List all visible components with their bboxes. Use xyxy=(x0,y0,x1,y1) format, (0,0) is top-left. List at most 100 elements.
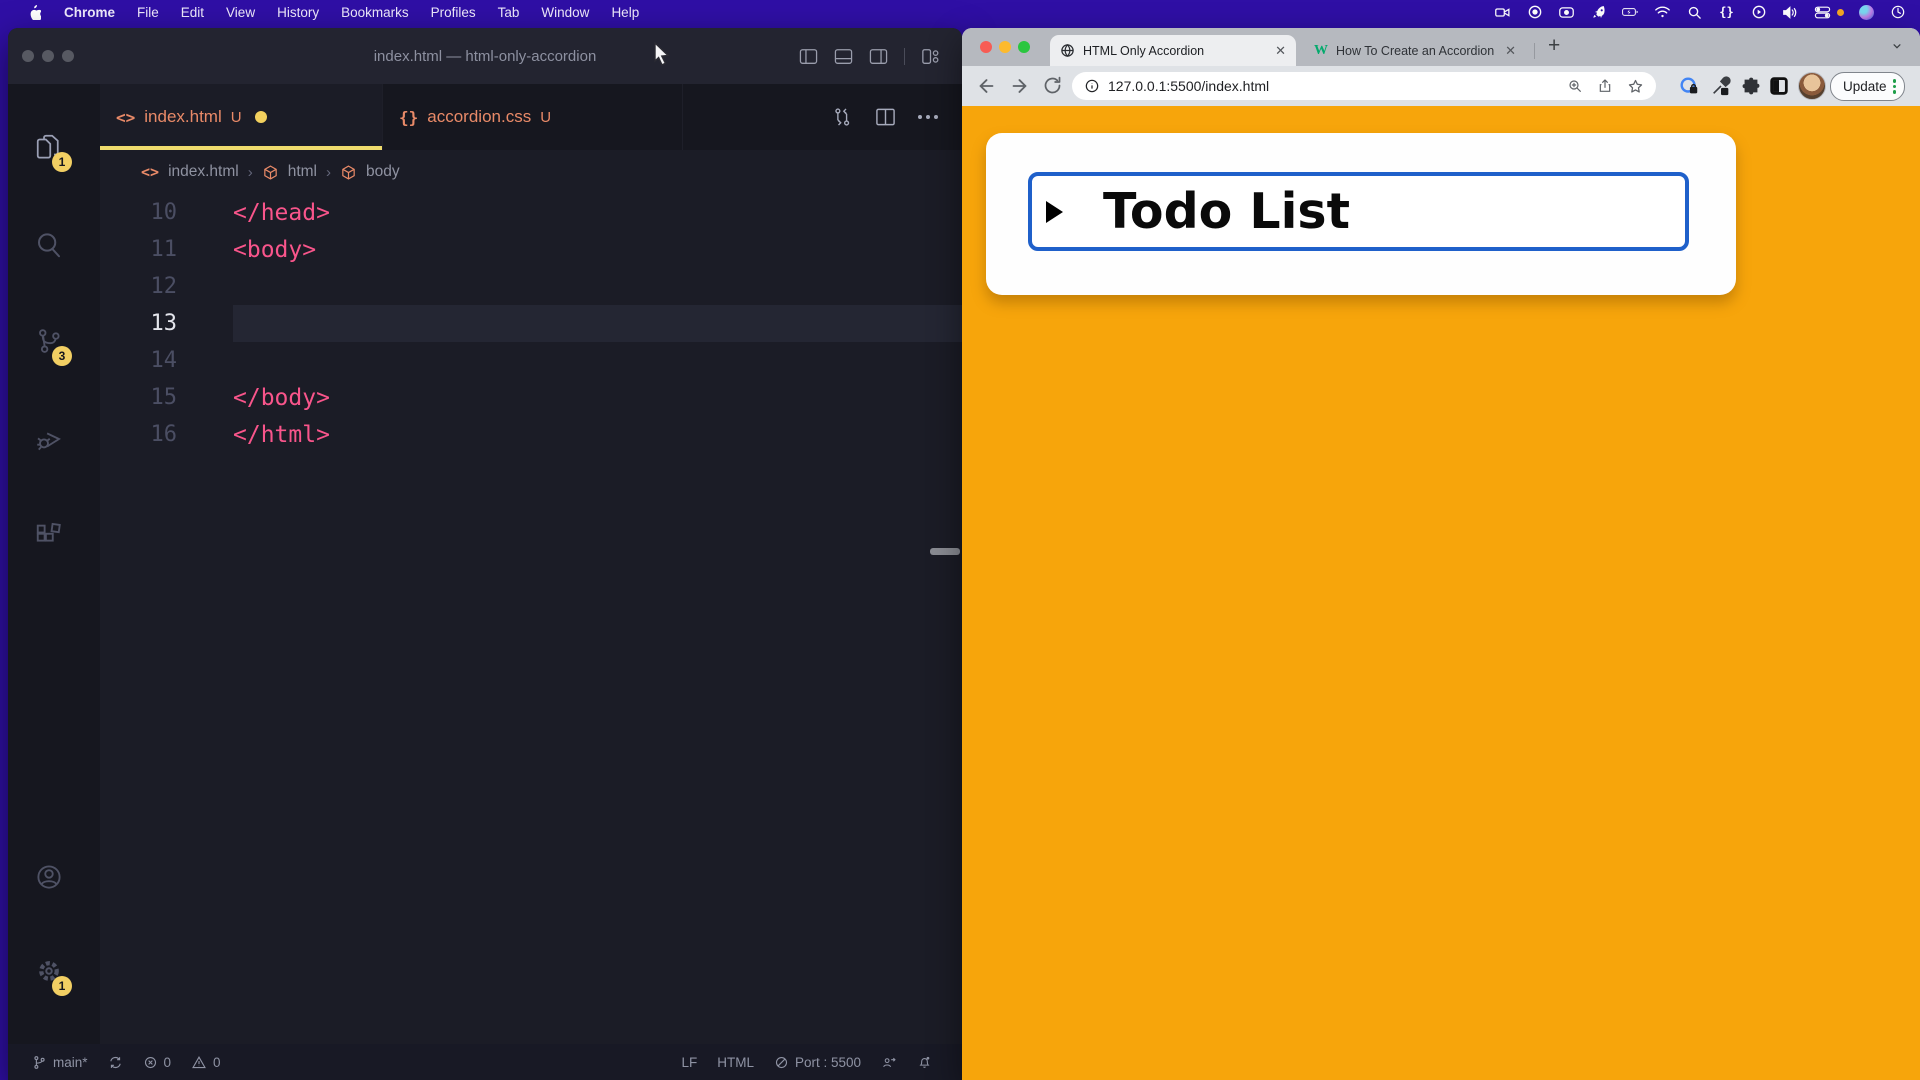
tab-index-html[interactable]: <> index.html U xyxy=(100,84,383,150)
chrome-toolbar: 127.0.0.1:5500/index.html xyxy=(962,66,1920,106)
chrome-update-button[interactable]: Update xyxy=(1830,72,1905,101)
tab-close-icon[interactable]: ✕ xyxy=(1275,43,1286,59)
problems-warnings[interactable]: 0 xyxy=(191,1055,221,1070)
settings-badge: 1 xyxy=(52,976,72,996)
feedback-icon[interactable] xyxy=(881,1055,897,1070)
menu-kebab-icon[interactable] xyxy=(1893,79,1897,94)
search-icon[interactable] xyxy=(1686,4,1703,21)
braces-icon[interactable]: {} xyxy=(1718,4,1735,21)
extensions-puzzle-icon[interactable] xyxy=(1740,75,1762,97)
run-debug-icon[interactable] xyxy=(34,424,64,454)
line-number: 15 xyxy=(100,385,177,410)
site-info-icon[interactable] xyxy=(1084,78,1100,94)
search-view-icon[interactable] xyxy=(34,230,64,260)
eol-indicator[interactable]: LF xyxy=(681,1055,697,1070)
toggle-sidebar-icon[interactable] xyxy=(799,48,818,65)
siri-icon[interactable] xyxy=(1859,5,1874,20)
menu-file[interactable]: File xyxy=(126,0,170,24)
tab-search-chevron-icon[interactable] xyxy=(1890,39,1904,53)
menu-edit[interactable]: Edit xyxy=(170,0,215,24)
warning-count: 0 xyxy=(213,1055,221,1070)
vscode-editor-area: <> index.html U {} accordion.css U xyxy=(100,84,962,1044)
code-line[interactable]: 16 </html> xyxy=(100,416,962,453)
browser-tab[interactable]: W How To Create an Accordion ✕ xyxy=(1304,35,1526,66)
code-line[interactable]: 11 <body> xyxy=(100,231,962,268)
problems-errors[interactable]: 0 xyxy=(143,1055,172,1070)
back-icon[interactable] xyxy=(976,75,998,97)
menu-window[interactable]: Window xyxy=(530,0,600,24)
rocket-icon[interactable] xyxy=(1590,4,1607,21)
editor-tab-bar: <> index.html U {} accordion.css U xyxy=(100,84,962,150)
battery-icon[interactable] xyxy=(1622,4,1639,21)
address-bar[interactable]: 127.0.0.1:5500/index.html xyxy=(1072,72,1656,100)
apple-menu[interactable] xyxy=(14,0,53,24)
breadcrumb-html[interactable]: html xyxy=(288,163,317,181)
account-icon[interactable] xyxy=(34,862,64,892)
window-close-button[interactable] xyxy=(980,41,992,53)
chevron-right-icon: › xyxy=(248,164,253,181)
more-actions-icon[interactable] xyxy=(918,115,938,119)
wifi-icon[interactable] xyxy=(1654,4,1671,21)
code-editor[interactable]: 10 </head> 11 <body> 12 13 14 xyxy=(100,194,962,1044)
code-line[interactable]: 12 xyxy=(100,268,962,305)
play-circle-icon[interactable] xyxy=(1750,4,1767,21)
toggle-panel-icon[interactable] xyxy=(834,48,853,65)
live-server-port[interactable]: Port : 5500 xyxy=(774,1055,861,1070)
breadcrumb-body[interactable]: body xyxy=(366,163,400,181)
menu-view[interactable]: View xyxy=(215,0,266,24)
toggle-secondary-sidebar-icon[interactable] xyxy=(869,48,888,65)
browser-tab-active[interactable]: HTML Only Accordion ✕ xyxy=(1050,35,1296,66)
symbol-cube-icon xyxy=(262,164,279,181)
window-minimize-button[interactable] xyxy=(999,41,1011,53)
menu-tab[interactable]: Tab xyxy=(487,0,531,24)
menu-history[interactable]: History xyxy=(266,0,330,24)
control-center-icon[interactable] xyxy=(1814,4,1831,21)
customize-layout-icon[interactable] xyxy=(921,48,940,65)
extension-lock-icon[interactable] xyxy=(1678,75,1700,97)
zoom-icon[interactable] xyxy=(1567,78,1583,94)
window-zoom-button[interactable] xyxy=(1018,41,1030,53)
sync-changes-button[interactable] xyxy=(108,1055,123,1070)
notification-dot xyxy=(1837,9,1844,16)
extension-eyedropper-icon[interactable] xyxy=(1710,75,1732,97)
camera-icon[interactable] xyxy=(1558,4,1575,21)
share-icon[interactable] xyxy=(1597,78,1613,94)
tab-accordion-css[interactable]: {} accordion.css U xyxy=(383,84,683,150)
line-number: 10 xyxy=(100,200,177,225)
code-line[interactable]: 10 </head> xyxy=(100,194,962,231)
branch-name: main* xyxy=(53,1055,88,1070)
menu-help[interactable]: Help xyxy=(600,0,650,24)
webpage: Todo List xyxy=(962,106,1920,1080)
volume-icon[interactable] xyxy=(1782,4,1799,21)
scrollbar-thumb[interactable] xyxy=(930,548,960,555)
vscode-title-bar[interactable]: index.html — html-only-accordion xyxy=(8,28,962,84)
extensions-icon[interactable] xyxy=(34,520,64,550)
menu-chrome[interactable]: Chrome xyxy=(53,0,126,24)
menu-profiles[interactable]: Profiles xyxy=(420,0,487,24)
code-line-current[interactable]: 13 xyxy=(100,305,962,342)
notifications-bell-icon[interactable] xyxy=(917,1054,932,1070)
breadcrumb-file[interactable]: index.html xyxy=(168,163,239,181)
profile-avatar[interactable] xyxy=(1798,72,1826,100)
unsaved-dot-icon[interactable] xyxy=(255,111,267,123)
bookmark-star-icon[interactable] xyxy=(1627,78,1644,95)
split-editor-icon[interactable] xyxy=(875,107,896,127)
url-text[interactable]: 127.0.0.1:5500/index.html xyxy=(1108,78,1269,94)
code-line[interactable]: 14 xyxy=(100,342,962,379)
reload-icon[interactable] xyxy=(1042,75,1064,97)
extension-darkmode-icon[interactable] xyxy=(1768,75,1790,97)
accordion-summary[interactable]: Todo List xyxy=(1028,172,1689,251)
tab-close-icon[interactable]: ✕ xyxy=(1505,43,1516,59)
disclosure-triangle-icon[interactable] xyxy=(1046,201,1063,223)
chrome-window: HTML Only Accordion ✕ W How To Create an… xyxy=(962,28,1920,1080)
camcorder-icon[interactable] xyxy=(1494,4,1511,21)
code-line[interactable]: 15 </body> xyxy=(100,379,962,416)
git-branch-status[interactable]: main* xyxy=(32,1055,88,1070)
forward-icon[interactable] xyxy=(1008,75,1030,97)
new-tab-button[interactable]: + xyxy=(1548,34,1560,58)
open-changes-icon[interactable] xyxy=(831,106,853,128)
menu-bookmarks[interactable]: Bookmarks xyxy=(330,0,420,24)
clock-icon[interactable] xyxy=(1889,4,1906,21)
language-mode[interactable]: HTML xyxy=(717,1055,754,1070)
record-icon[interactable] xyxy=(1526,4,1543,21)
